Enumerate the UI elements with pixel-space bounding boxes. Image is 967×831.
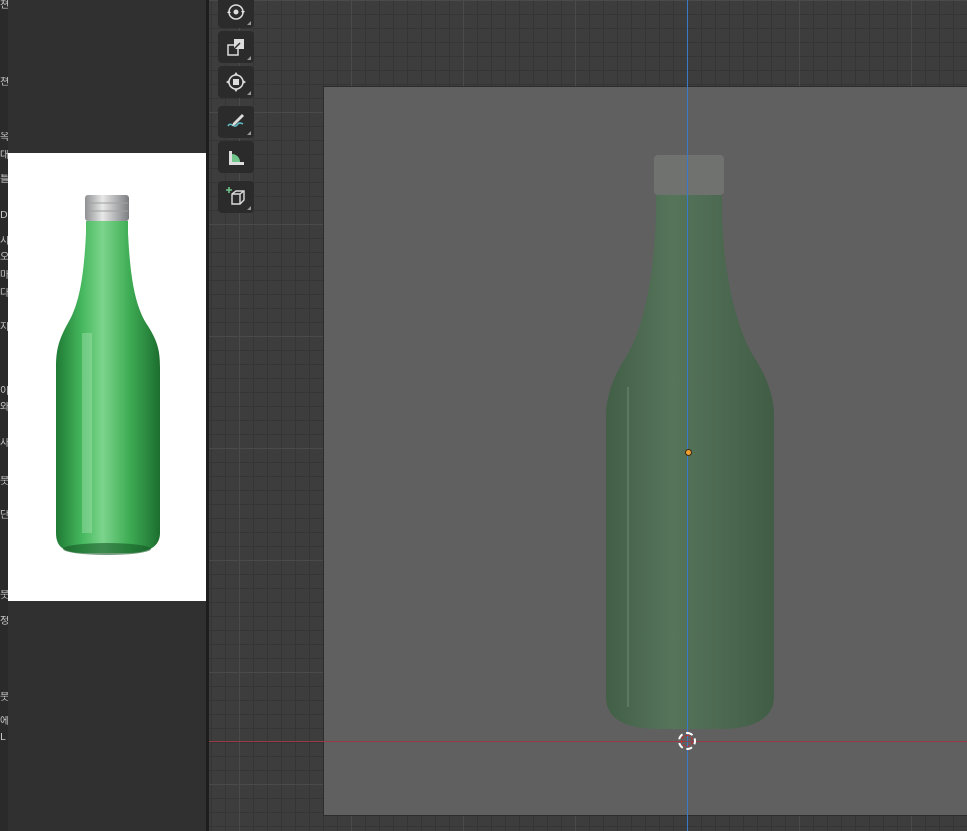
- annotate-tool-button[interactable]: [218, 106, 254, 138]
- edge-text: 틀: [0, 174, 8, 185]
- edge-text: 다: [0, 288, 8, 299]
- object-origin[interactable]: [685, 449, 692, 456]
- z-axis-line: [687, 0, 688, 831]
- reference-bottle-image: [8, 153, 206, 601]
- scale-tool-button[interactable]: [218, 31, 254, 63]
- edge-text: 마: [0, 270, 8, 281]
- add-cube-tool-button[interactable]: [218, 181, 254, 213]
- image-editor-panel: 쳔 쳔 옥 대 틀 D. 시 오 마 다 지 이 와 사 붓 단 붓 정 붓 에…: [0, 0, 207, 831]
- measure-tool-button[interactable]: [218, 141, 254, 173]
- edge-text: 대: [0, 150, 8, 161]
- edge-text: 붓: [0, 476, 8, 487]
- green-bottle-photo: [56, 195, 160, 555]
- edge-text: 쳔: [0, 0, 8, 11]
- edge-text: 옥: [0, 132, 8, 143]
- edge-text: 시: [0, 236, 8, 247]
- edge-text: 이: [0, 386, 8, 397]
- measure-icon: [229, 151, 244, 165]
- x-axis-line: [209, 741, 967, 742]
- 3d-cursor[interactable]: [678, 732, 696, 750]
- edge-text: 지: [0, 322, 8, 333]
- edge-text: 붓: [0, 590, 8, 601]
- transform-tool-button[interactable]: [218, 66, 254, 98]
- add-cube-icon: [226, 187, 245, 205]
- transform-icon: [226, 72, 246, 92]
- truncated-sidebar-text: 쳔 쳔 옥 대 틀 D. 시 오 마 다 지 이 와 사 붓 단 붓 정 붓 에…: [0, 0, 8, 831]
- edge-text: 에: [0, 716, 8, 727]
- edge-text: D.: [0, 210, 8, 221]
- rotate-icon: [227, 4, 245, 20]
- edge-text: 사: [0, 438, 8, 449]
- edge-text: 단: [0, 510, 8, 521]
- annotate-icon: [227, 114, 244, 127]
- reference-image-plane[interactable]: [323, 86, 967, 816]
- edge-text: 오: [0, 252, 8, 263]
- scale-icon: [227, 39, 244, 56]
- edge-text: 와: [0, 402, 8, 413]
- edge-text: 붓: [0, 692, 8, 703]
- edge-text: 정: [0, 616, 8, 627]
- ghost-bottle: [606, 155, 774, 729]
- edge-text: L: [0, 732, 6, 743]
- rotate-tool-button[interactable]: [218, 0, 254, 28]
- 3d-viewport[interactable]: [209, 0, 967, 831]
- edge-text: 쳔: [0, 77, 8, 88]
